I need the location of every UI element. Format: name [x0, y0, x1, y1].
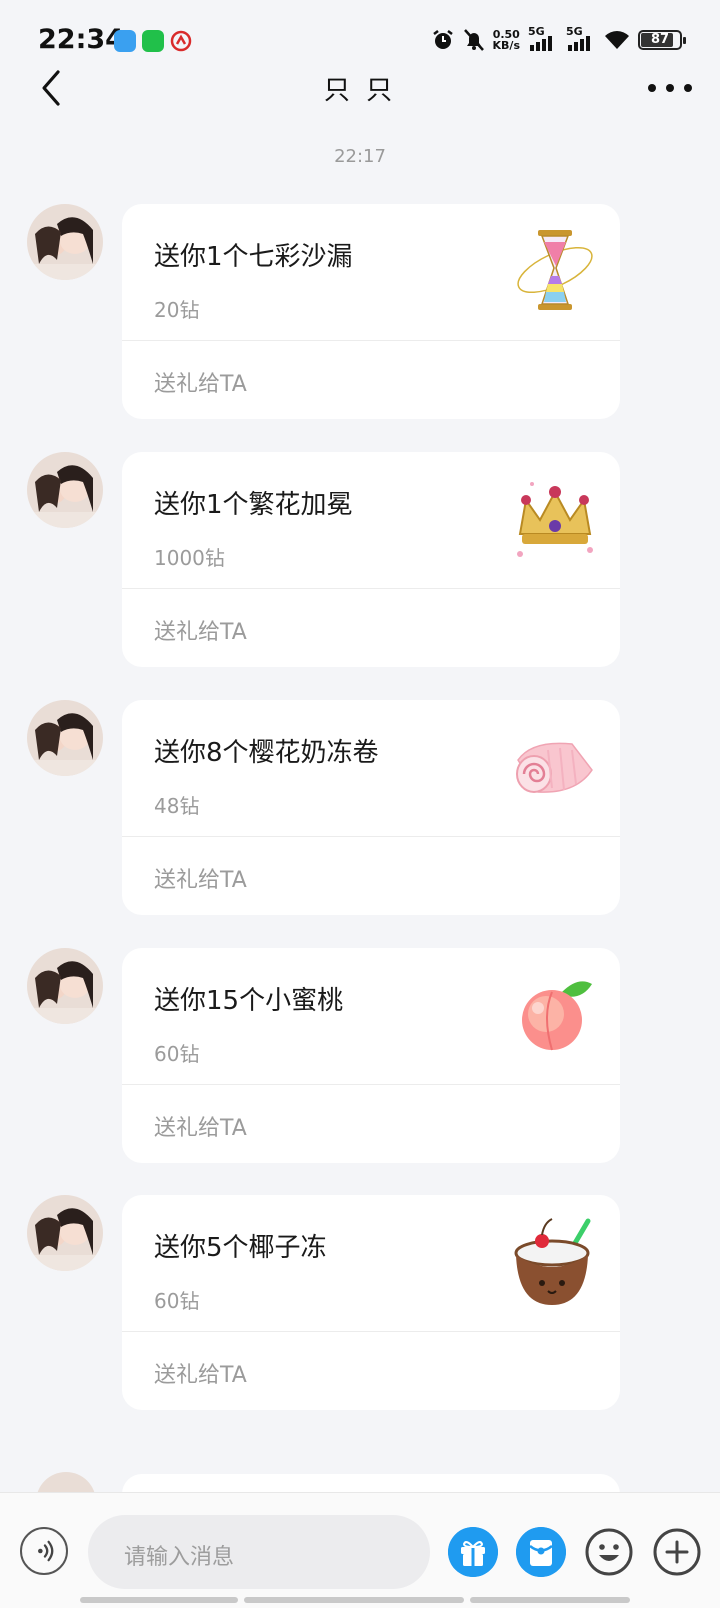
gift-title: 送你5个椰子冻	[154, 1233, 327, 1263]
battery-icon: 87	[638, 30, 686, 50]
send-gift-back-link[interactable]: 送礼给TA	[154, 366, 247, 398]
signal-bars-icon	[530, 36, 552, 51]
card-divider	[122, 836, 620, 837]
message-input-placeholder: 请输入消息	[124, 1545, 235, 1570]
emoji-icon[interactable]	[584, 1527, 634, 1577]
avatar[interactable]	[27, 204, 103, 280]
send-gift-back-link[interactable]: 送礼给TA	[154, 1357, 247, 1389]
message-timestamp: 22:17	[334, 146, 386, 167]
status-app-icons	[114, 30, 192, 52]
card-divider	[122, 1331, 620, 1332]
avatar[interactable]	[27, 452, 103, 528]
gift-card[interactable]: 送你5个椰子冻 60钻 送礼给TA	[122, 1195, 620, 1410]
peach-icon	[522, 981, 592, 1051]
gift-title: 送你8个樱花奶冻卷	[154, 738, 379, 768]
signal-bars-icon	[568, 36, 590, 51]
sakura-roll-cake-icon	[516, 742, 593, 793]
avatar[interactable]	[27, 700, 103, 776]
gift-message: 送你1个七彩沙漏 20钻 送礼给TA	[0, 204, 720, 419]
avatar[interactable]	[27, 948, 103, 1024]
card-divider	[122, 340, 620, 341]
network-speed: 0.50 KB/s	[493, 29, 520, 51]
gift-message: 送你15个小蜜桃 60钻 送礼给TA	[0, 948, 720, 1163]
coconut-jelly-icon	[514, 1218, 591, 1305]
crown-icon	[517, 482, 593, 557]
gift-title: 送你1个七彩沙漏	[154, 242, 353, 272]
send-gift-back-link[interactable]: 送礼给TA	[154, 862, 247, 894]
voice-input-icon[interactable]	[20, 1527, 68, 1575]
rainbow-hourglass-icon	[517, 230, 593, 310]
signal-sim2: 5G	[566, 25, 596, 51]
signal-sim1: 5G	[528, 25, 558, 51]
gift-price: 48钻	[154, 794, 200, 818]
more-options-icon[interactable]	[648, 72, 692, 104]
red-packet-icon[interactable]	[516, 1527, 566, 1577]
card-divider	[122, 1084, 620, 1085]
network-speed-unit: KB/s	[492, 39, 520, 52]
gift-title: 送你1个繁花加冕	[154, 490, 353, 520]
chat-header: 只 只	[0, 60, 720, 116]
avatar[interactable]	[27, 1195, 103, 1271]
blue-app-icon	[114, 30, 136, 52]
gift-price: 60钻	[154, 1289, 200, 1313]
gift-icon[interactable]	[448, 1527, 498, 1577]
red-app-icon	[170, 30, 192, 52]
gift-message: 送你5个椰子冻 60钻 送礼给TA	[0, 1195, 720, 1410]
wifi-icon	[605, 31, 629, 49]
gift-message: 送你1个繁花加冕 1000钻 送礼给TA	[0, 452, 720, 667]
gift-message: 送你8个樱花奶冻卷 48钻 送礼给TA	[0, 700, 720, 915]
home-indicator	[80, 1597, 640, 1603]
send-gift-back-link[interactable]: 送礼给TA	[154, 1110, 247, 1142]
mute-bell-icon	[463, 29, 484, 51]
send-gift-back-link[interactable]: 送礼给TA	[154, 614, 247, 646]
gift-card[interactable]: 送你8个樱花奶冻卷 48钻 送礼给TA	[122, 700, 620, 915]
gift-price: 20钻	[154, 298, 200, 322]
card-divider	[122, 588, 620, 589]
gift-card[interactable]: 送你1个繁花加冕 1000钻 送礼给TA	[122, 452, 620, 667]
status-right: 0.50 KB/s 5G 5G 87	[431, 25, 686, 52]
alarm-icon	[432, 30, 453, 49]
plus-icon[interactable]	[652, 1527, 702, 1577]
gift-card[interactable]: 送你1个七彩沙漏 20钻 送礼给TA	[122, 204, 620, 419]
gift-card[interactable]: 送你15个小蜜桃 60钻 送礼给TA	[122, 948, 620, 1163]
gift-title: 送你15个小蜜桃	[154, 986, 344, 1016]
wechat-icon	[142, 30, 164, 52]
gift-price: 1000钻	[154, 546, 225, 570]
battery-level: 87	[650, 32, 670, 47]
gift-price: 60钻	[154, 1042, 200, 1066]
chat-title: 只 只	[323, 76, 397, 106]
status-time: 22:34	[38, 24, 124, 55]
message-input[interactable]: 请输入消息	[88, 1515, 430, 1589]
input-bar: 请输入消息	[0, 1492, 720, 1608]
